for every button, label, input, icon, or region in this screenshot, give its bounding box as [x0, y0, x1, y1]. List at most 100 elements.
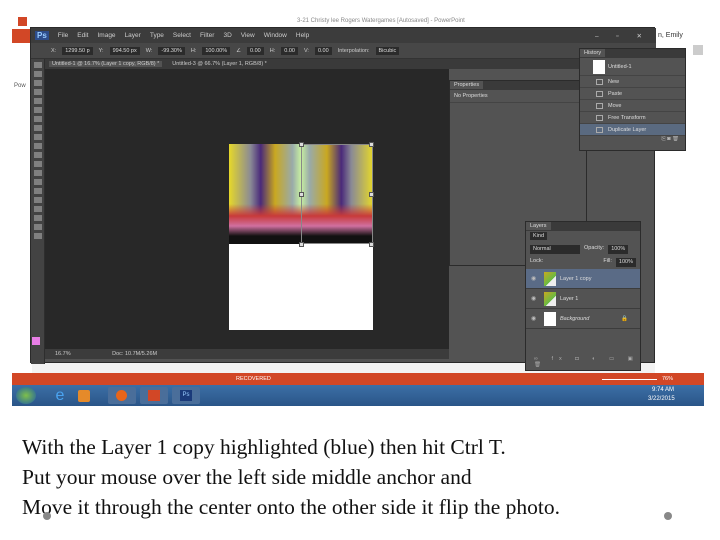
move-tool-icon[interactable]	[34, 62, 42, 68]
tab-untitled-3[interactable]: Untitled-3 @ 66.7% (Layer 1, RGB/8) *	[172, 61, 267, 67]
start-button[interactable]	[16, 387, 36, 404]
menu-filter[interactable]: Filter	[200, 32, 214, 39]
layer-row[interactable]: ◉ Background 🔒	[526, 309, 640, 329]
dodge-tool-icon[interactable]	[34, 179, 42, 185]
avatar[interactable]	[693, 45, 703, 55]
tab-untitled-1[interactable]: Untitled-1 @ 16.7% (Layer 1 copy, RGB/8)…	[49, 61, 163, 67]
height-field[interactable]: 100.00%	[202, 46, 231, 55]
window-controls[interactable]: – ▫ ✕	[595, 32, 650, 40]
history-item-selected[interactable]: Duplicate Layer	[580, 124, 685, 136]
menu-type[interactable]: Type	[150, 32, 164, 39]
eye-icon[interactable]: ◉	[531, 269, 536, 289]
x-field[interactable]: 1299.50 p	[62, 46, 93, 55]
media-player-icon[interactable]	[78, 390, 90, 402]
history-tab[interactable]: History	[580, 49, 606, 57]
type-tool-icon[interactable]	[34, 197, 42, 203]
y-field[interactable]: 994.50 px	[109, 46, 140, 55]
layer-row-selected[interactable]: ◉ Layer 1 copy	[526, 269, 640, 289]
firefox-icon[interactable]	[108, 387, 136, 404]
history-step-icon	[596, 91, 603, 97]
layer-thumbnail	[544, 292, 556, 306]
clock-date[interactable]: 3/22/2015	[648, 396, 675, 402]
properties-tab[interactable]: Properties	[450, 81, 484, 89]
screenshot: 3-21 Christy lee Rogers Watergames [Auto…	[12, 15, 704, 406]
brush-tool-icon[interactable]	[34, 125, 42, 131]
interpolation-select[interactable]: Bicubic	[375, 46, 400, 55]
slide-bullet-dot	[43, 512, 51, 520]
taskbar: e Ps 9:74 AM 3/22/2015	[12, 385, 704, 406]
layers-tab[interactable]: Layers	[526, 222, 551, 230]
menu-edit[interactable]: Edit	[77, 32, 88, 39]
canvas-area[interactable]	[45, 69, 449, 349]
blur-tool-icon[interactable]	[34, 170, 42, 176]
history-item[interactable]: Paste	[580, 88, 685, 100]
eyedropper-tool-icon[interactable]	[34, 107, 42, 113]
internet-explorer-icon[interactable]: e	[46, 387, 74, 404]
bottom-right-anchor[interactable]	[369, 242, 374, 247]
top-right-anchor[interactable]	[369, 142, 374, 147]
history-item[interactable]: New	[580, 76, 685, 88]
eye-icon[interactable]: ◉	[531, 289, 536, 309]
layer-name: Background	[560, 316, 590, 322]
layer-row[interactable]: ◉ Layer 1	[526, 289, 640, 309]
history-brush-icon[interactable]	[34, 143, 42, 149]
history-footer-icons[interactable]: ⎘ ◙ 🗑	[580, 136, 685, 143]
document[interactable]	[229, 142, 374, 330]
foreground-color-swatch[interactable]	[32, 337, 40, 345]
menu-help[interactable]: Help	[296, 32, 309, 39]
marquee-tool-icon[interactable]	[34, 71, 42, 77]
menu-3d[interactable]: 3D	[223, 32, 231, 39]
caption-line-2: Put your mouse over the left side middle…	[22, 465, 472, 489]
blend-mode-select[interactable]: Normal	[530, 245, 580, 254]
menu-layer[interactable]: Layer	[125, 32, 141, 39]
quick-select-tool-icon[interactable]	[34, 89, 42, 95]
history-item[interactable]: Move	[580, 100, 685, 112]
lasso-tool-icon[interactable]	[34, 80, 42, 86]
eraser-tool-icon[interactable]	[34, 152, 42, 158]
hand-tool-icon[interactable]	[34, 224, 42, 230]
path-select-icon[interactable]	[34, 206, 42, 212]
angle-field[interactable]: 0.00	[247, 46, 264, 55]
layer-name: Layer 1 copy	[560, 276, 592, 282]
crop-tool-icon[interactable]	[34, 98, 42, 104]
history-item-label: Paste	[608, 91, 623, 97]
layers-panel: Layers Kind Normal Opacity: 100% Lock: F…	[525, 221, 641, 371]
gradient-tool-icon[interactable]	[34, 161, 42, 167]
eye-icon[interactable]: ◉	[531, 309, 536, 329]
history-panel: History Untitled-1 New Paste Move Free T…	[579, 48, 686, 151]
menu-select[interactable]: Select	[173, 32, 191, 39]
pen-tool-icon[interactable]	[34, 188, 42, 194]
options-bar: X: 1299.50 p Y: 994.50 px W: -99.30% H: 100.…	[31, 43, 656, 59]
ppt-zoom-level[interactable]: 76%	[662, 373, 673, 385]
zoom-level[interactable]: 16.7%	[55, 351, 71, 357]
user-name[interactable]: n, Emily	[657, 32, 684, 39]
width-field[interactable]: -99.30%	[158, 46, 185, 55]
left-middle-anchor[interactable]	[299, 192, 304, 197]
history-item[interactable]: Free Transform	[580, 112, 685, 124]
opacity-field[interactable]: 100%	[608, 245, 629, 254]
healing-tool-icon[interactable]	[34, 116, 42, 122]
top-left-anchor[interactable]	[299, 142, 304, 147]
history-snapshot[interactable]: Untitled-1	[580, 58, 685, 76]
menu-window[interactable]: Window	[264, 32, 287, 39]
zoom-slider[interactable]	[602, 379, 657, 380]
photoshop-taskbar-icon[interactable]: Ps	[172, 387, 200, 404]
slide-bullet-dot	[664, 512, 672, 520]
menu-file[interactable]: File	[58, 32, 68, 39]
clock-time[interactable]: 9:74 AM	[652, 387, 674, 393]
h-skew-field[interactable]: 0.00	[281, 46, 298, 55]
powerpoint-taskbar-icon[interactable]	[140, 387, 168, 404]
layers-footer-icons[interactable]: ∞ fx ◘ ◐ ▭ ▣ 🗑	[534, 356, 640, 368]
right-middle-anchor[interactable]	[369, 192, 374, 197]
layer-filter-select[interactable]: Kind	[530, 232, 548, 240]
menu-image[interactable]: Image	[97, 32, 115, 39]
stamp-tool-icon[interactable]	[34, 134, 42, 140]
zoom-tool-icon[interactable]	[34, 233, 42, 239]
v-skew-field[interactable]: 0.00	[314, 46, 332, 55]
recovered-status: RECOVERED	[236, 376, 271, 382]
fill-field[interactable]: 100%	[615, 258, 636, 267]
menu-view[interactable]: View	[241, 32, 255, 39]
bottom-left-anchor[interactable]	[299, 242, 304, 247]
transform-bounding-box[interactable]	[301, 144, 373, 244]
shape-tool-icon[interactable]	[34, 215, 42, 221]
